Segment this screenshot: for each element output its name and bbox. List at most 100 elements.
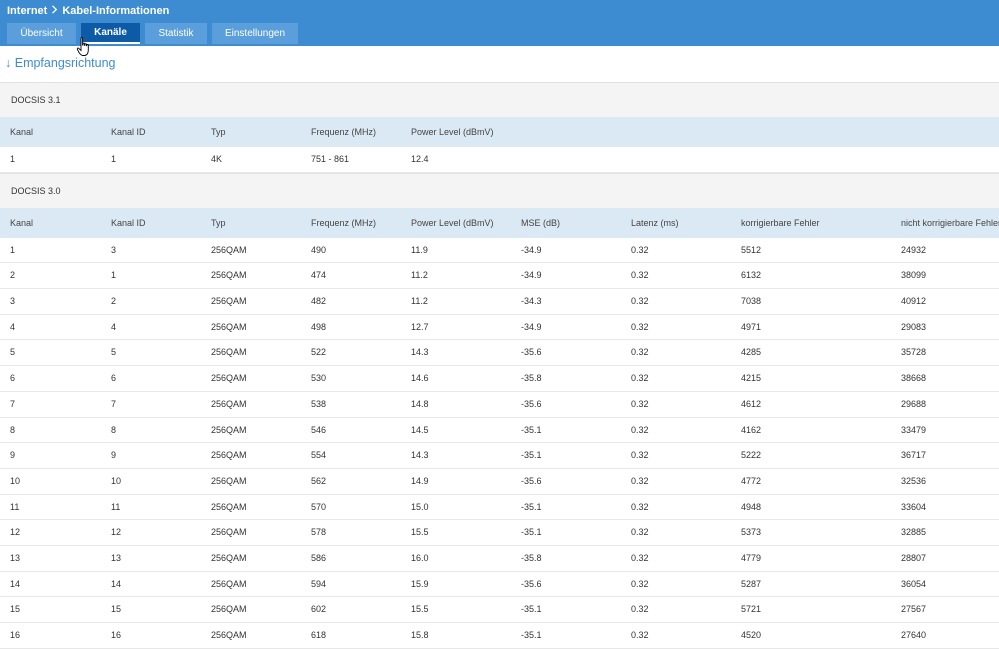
cell-latenz: 0.32 bbox=[631, 424, 649, 435]
table-row: 11 11 256QAM 570 15.0 -35.1 0.32 4948 33604 bbox=[0, 494, 999, 521]
breadcrumb: Internet Kabel-Informationen bbox=[7, 4, 169, 18]
cell-kanal-id: 14 bbox=[111, 578, 122, 589]
cell-kanal: 13 bbox=[10, 552, 21, 563]
chevron-right-icon bbox=[51, 5, 58, 17]
cell-typ: 4K bbox=[211, 154, 223, 164]
cell-kanal: 12 bbox=[10, 527, 21, 538]
cell-frequenz: 522 bbox=[311, 347, 327, 358]
cell-kanal: 15 bbox=[10, 604, 21, 615]
tab-uebersicht[interactable]: Übersicht bbox=[7, 23, 76, 44]
tab-statistik[interactable]: Statistik bbox=[145, 23, 207, 44]
cell-kanal: 14 bbox=[10, 578, 21, 589]
cell-korrigierbare-fehler: 5721 bbox=[741, 604, 762, 615]
table-row: 14 14 256QAM 594 15.9 -35.6 0.32 5287 36054 bbox=[0, 571, 999, 598]
top-bar: Internet Kabel-Informationen Übersicht K… bbox=[0, 0, 999, 46]
cell-frequenz: 490 bbox=[311, 244, 327, 255]
table-row: 3 2 256QAM 482 11.2 -34.3 0.32 7038 40912 bbox=[0, 289, 999, 315]
cell-power-level: 14.8 bbox=[411, 398, 429, 409]
cell-latenz: 0.32 bbox=[631, 244, 649, 255]
table-row: 8 8 256QAM 546 14.5 -35.1 0.32 4162 33479 bbox=[0, 417, 999, 444]
cell-latenz: 0.32 bbox=[631, 501, 649, 512]
table-row: 9 9 256QAM 554 14.3 -35.1 0.32 5222 36717 bbox=[0, 443, 999, 469]
cell-kanal-id: 1 bbox=[111, 270, 117, 281]
cell-nicht-korrigierbare-fehler: 24932 bbox=[901, 244, 927, 255]
cell-mse: -34.9 bbox=[521, 244, 542, 255]
cell-nicht-korrigierbare-fehler: 35728 bbox=[901, 347, 927, 358]
cell-frequenz: 530 bbox=[311, 373, 327, 384]
cell-latenz: 0.32 bbox=[631, 270, 649, 281]
breadcrumb-root[interactable]: Internet bbox=[7, 5, 47, 17]
cell-korrigierbare-fehler: 6132 bbox=[741, 270, 762, 281]
cell-frequenz: 602 bbox=[311, 604, 327, 615]
cell-nicht-korrigierbare-fehler: 29083 bbox=[901, 321, 927, 332]
cell-latenz: 0.32 bbox=[631, 296, 649, 307]
cell-frequenz: 482 bbox=[311, 296, 327, 307]
header-kanal: Kanal bbox=[10, 217, 34, 228]
cell-nicht-korrigierbare-fehler: 32536 bbox=[901, 475, 927, 486]
cell-mse: -35.8 bbox=[521, 373, 542, 384]
cell-mse: -35.6 bbox=[521, 578, 542, 589]
cell-nicht-korrigierbare-fehler: 33479 bbox=[901, 424, 927, 435]
cell-korrigierbare-fehler: 4772 bbox=[741, 475, 762, 486]
cell-power-level: 14.9 bbox=[411, 475, 429, 486]
cell-mse: -35.1 bbox=[521, 450, 542, 461]
table-row: 12 12 256QAM 578 15.5 -35.1 0.32 5373 32885 bbox=[0, 520, 999, 546]
cell-mse: -35.6 bbox=[521, 475, 542, 486]
table-row: 6 6 256QAM 530 14.6 -35.8 0.32 4215 38668 bbox=[0, 366, 999, 392]
tab-einstellungen[interactable]: Einstellungen bbox=[212, 23, 298, 44]
cell-nicht-korrigierbare-fehler: 33604 bbox=[901, 501, 927, 512]
cell-typ: 256QAM bbox=[211, 450, 247, 461]
cell-typ: 256QAM bbox=[211, 630, 247, 640]
cell-mse: -34.3 bbox=[521, 296, 542, 307]
cell-korrigierbare-fehler: 7038 bbox=[741, 296, 762, 307]
cell-kanal: 9 bbox=[10, 450, 16, 461]
header-typ: Typ bbox=[211, 127, 226, 137]
cell-korrigierbare-fehler: 5512 bbox=[741, 244, 762, 255]
cell-korrigierbare-fehler: 4285 bbox=[741, 347, 762, 358]
cell-typ: 256QAM bbox=[211, 373, 247, 384]
table-row: 7 7 256QAM 538 14.8 -35.6 0.32 4612 29688 bbox=[0, 391, 999, 418]
header-frequenz: Frequenz (MHz) bbox=[311, 217, 377, 228]
table-row: 10 10 256QAM 562 14.9 -35.6 0.32 4772 32536 bbox=[0, 468, 999, 495]
cell-frequenz: 751 - 861 bbox=[311, 154, 350, 164]
cell-nicht-korrigierbare-fehler: 32885 bbox=[901, 527, 927, 538]
cell-typ: 256QAM bbox=[211, 552, 247, 563]
header-frequenz: Frequenz (MHz) bbox=[311, 127, 377, 137]
cell-typ: 256QAM bbox=[211, 347, 247, 358]
cell-kanal: 10 bbox=[10, 475, 21, 486]
cell-frequenz: 498 bbox=[311, 321, 327, 332]
table-header-row: Kanal Kanal ID Typ Frequenz (MHz) Power Leve… bbox=[0, 207, 999, 238]
cell-kanal-id: 6 bbox=[111, 373, 117, 384]
cell-power-level: 14.3 bbox=[411, 450, 429, 461]
cell-power-level: 15.8 bbox=[411, 630, 429, 640]
cell-nicht-korrigierbare-fehler: 29688 bbox=[901, 398, 927, 409]
cell-frequenz: 570 bbox=[311, 501, 327, 512]
cell-power-level: 12.7 bbox=[411, 321, 429, 332]
cell-mse: -35.1 bbox=[521, 527, 542, 538]
cell-mse: -35.6 bbox=[521, 398, 542, 409]
table-row: 1 1 4K 751 - 861 12.4 bbox=[0, 147, 999, 173]
header-typ: Typ bbox=[211, 217, 226, 228]
cell-latenz: 0.32 bbox=[631, 398, 649, 409]
cell-power-level: 15.5 bbox=[411, 527, 429, 538]
table-row: 16 16 256QAM 618 15.8 -35.1 0.32 4520 27640 bbox=[0, 623, 999, 649]
cell-korrigierbare-fehler: 5287 bbox=[741, 578, 762, 589]
cell-power-level: 15.0 bbox=[411, 501, 429, 512]
cell-kanal: 4 bbox=[10, 321, 16, 332]
header-mse: MSE (dB) bbox=[521, 217, 561, 228]
cell-latenz: 0.32 bbox=[631, 475, 649, 486]
cell-typ: 256QAM bbox=[211, 475, 247, 486]
cell-frequenz: 546 bbox=[311, 424, 327, 435]
cell-power-level: 14.6 bbox=[411, 373, 429, 384]
cell-kanal-id: 10 bbox=[111, 475, 122, 486]
section-title-text: Empfangsrichtung bbox=[14, 56, 116, 70]
cell-frequenz: 586 bbox=[311, 552, 327, 563]
cell-kanal-id: 5 bbox=[111, 347, 117, 358]
cell-frequenz: 618 bbox=[311, 630, 327, 640]
cell-typ: 256QAM bbox=[211, 604, 247, 615]
cell-korrigierbare-fehler: 4779 bbox=[741, 552, 762, 563]
cell-korrigierbare-fehler: 4215 bbox=[741, 373, 762, 384]
table-row: 1 3 256QAM 490 11.9 -34.9 0.32 5512 24932 bbox=[0, 237, 999, 264]
section-title: ↓ Empfangsrichtung bbox=[5, 56, 116, 72]
cell-nicht-korrigierbare-fehler: 40912 bbox=[901, 296, 927, 307]
